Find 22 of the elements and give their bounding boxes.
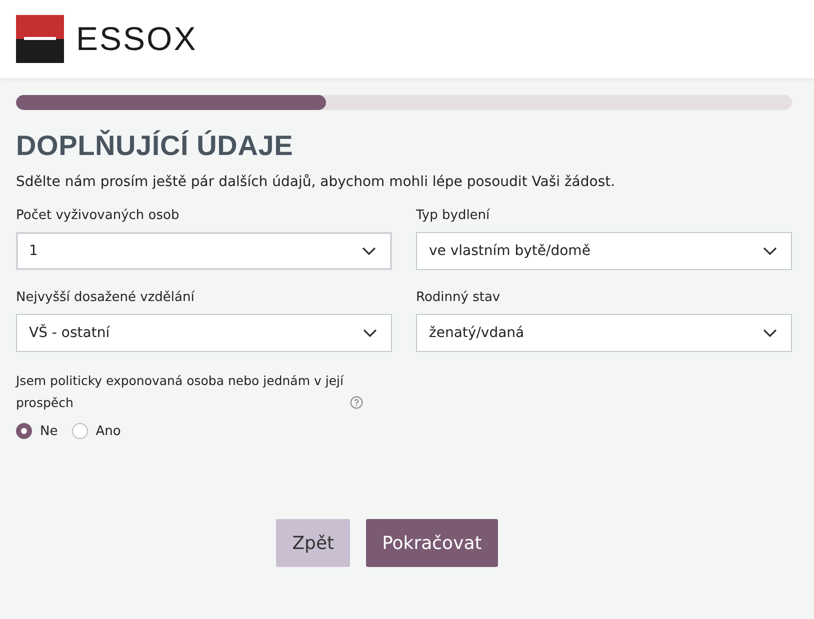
- select-field[interactable]: 1: [16, 232, 392, 270]
- logo-text: ESSOX: [76, 20, 198, 58]
- back-button[interactable]: Zpět: [276, 519, 350, 567]
- select-field[interactable]: ve vlastním bytě/domě: [416, 232, 792, 270]
- select-field[interactable]: ženatý/vdaná: [416, 314, 792, 352]
- chevron-down-icon: [362, 247, 376, 255]
- select-field[interactable]: VŠ - ostatní: [16, 314, 392, 352]
- field-label: Typ bydlení: [416, 208, 491, 223]
- continue-button[interactable]: Pokračovat: [366, 519, 498, 567]
- logo-icon: [16, 15, 64, 63]
- field-label: Počet vyživovaných osob: [16, 208, 180, 223]
- chevron-down-icon: [363, 329, 377, 337]
- help-icon: [350, 396, 363, 409]
- radio-option[interactable]: Ano: [72, 423, 121, 439]
- intro-text: Sdělte nám prosím ještě pár dalších údajů, abychom mohli lépe posoudit Vaši žádost.: [16, 174, 616, 190]
- page-heading: DOPLŇUJÍCÍ ÚDAJE: [16, 130, 294, 162]
- field-label: Rodinný stav: [416, 290, 502, 305]
- chevron-down-icon: [763, 329, 777, 337]
- question-text: Jsem politicky exponovaná osoba nebo jednám v její prospěch: [16, 372, 345, 412]
- field-label: Nejvyšší dosažené vzdělání: [16, 290, 196, 305]
- chevron-down-icon: [763, 247, 777, 255]
- radio-option[interactable]: Ne: [16, 423, 58, 439]
